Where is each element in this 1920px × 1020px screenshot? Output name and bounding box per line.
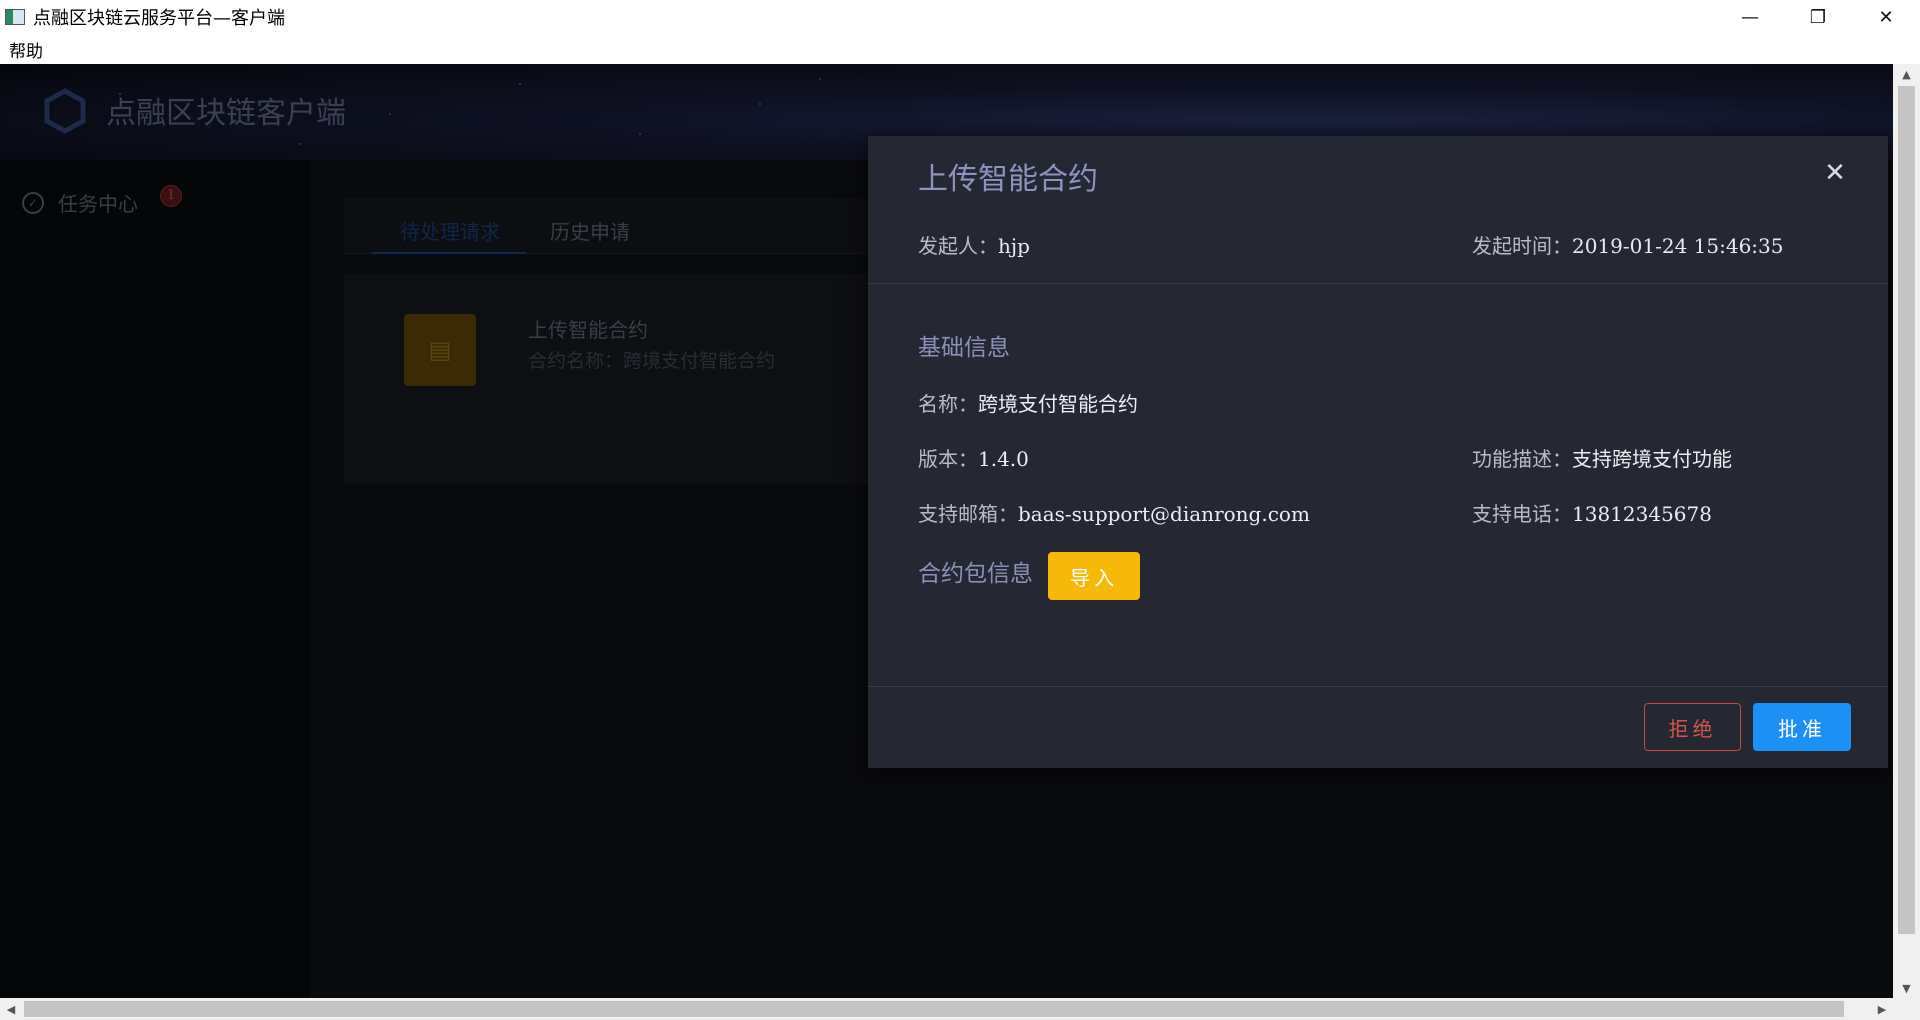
active-tab-indicator <box>372 252 526 254</box>
support-email-field: 支持邮箱：baas-support@dianrong.com <box>918 498 1310 527</box>
sidebar-item-label: 任务中心 <box>58 192 138 216</box>
initiator-label: 发起人： <box>918 234 998 258</box>
check-circle-icon: ✓ <box>22 191 44 214</box>
version-label: 版本： <box>918 447 978 471</box>
version-value: 1.4.0 <box>978 447 1029 471</box>
close-icon[interactable]: ✕ <box>1816 154 1854 192</box>
email-value: baas-support@dianrong.com <box>1018 502 1310 526</box>
contract-name-field: 名称：跨境支付智能合约 <box>918 388 1138 417</box>
scroll-down-arrow-icon[interactable]: ▼ <box>1893 978 1920 998</box>
basic-info-title: 基础信息 <box>918 335 1010 361</box>
name-label: 名称： <box>918 392 978 416</box>
sidebar: ✓ 任务中心 1 <box>0 160 310 998</box>
modal-title: 上传智能合约 <box>918 162 1098 197</box>
name-value: 跨境支付智能合约 <box>978 392 1138 416</box>
scroll-left-arrow-icon[interactable]: ◀ <box>0 998 22 1020</box>
app-window-icon <box>5 9 25 25</box>
scroll-right-arrow-icon[interactable]: ▶ <box>1871 998 1893 1020</box>
initiated-time-row: 发起时间：2019-01-24 15:46:35 <box>1472 230 1784 259</box>
description-field: 功能描述：支持跨境支付功能 <box>1472 443 1732 472</box>
phone-label: 支持电话： <box>1472 502 1572 526</box>
tab-history[interactable]: 历史申请 <box>550 216 630 245</box>
minimize-button[interactable]: — <box>1716 0 1784 34</box>
support-phone-field: 支持电话：13812345678 <box>1472 498 1712 527</box>
phone-value: 13812345678 <box>1572 502 1712 526</box>
restore-button[interactable]: ❐ <box>1784 0 1852 34</box>
document-icon: ▤ <box>404 314 476 386</box>
email-label: 支持邮箱： <box>918 502 1018 526</box>
menubar: 帮助 <box>0 34 1920 64</box>
window-titlebar: 点融区块链云服务平台—客户端 — ❐ ✕ <box>0 0 1920 34</box>
reject-button[interactable]: 拒绝 <box>1644 703 1741 751</box>
window-controls: — ❐ ✕ <box>1716 0 1920 34</box>
window-title: 点融区块链云服务平台—客户端 <box>33 8 285 29</box>
time-value: 2019-01-24 15:46:35 <box>1572 234 1784 258</box>
app-name: 点融区块链客户端 <box>106 96 346 131</box>
version-field: 版本：1.4.0 <box>918 443 1029 472</box>
task-card-title: 上传智能合约 <box>528 318 648 342</box>
desc-label: 功能描述： <box>1472 447 1572 471</box>
scrollbar-corner <box>1893 998 1920 1020</box>
menu-help[interactable]: 帮助 <box>9 37 43 62</box>
notification-badge: 1 <box>160 184 182 207</box>
desc-value: 支持跨境支付功能 <box>1572 447 1732 471</box>
initiator-value: hjp <box>998 234 1030 258</box>
horizontal-scrollbar[interactable]: ◀ ▶ <box>0 998 1893 1020</box>
tab-pending-requests[interactable]: 待处理请求 <box>400 216 500 245</box>
initiator-row: 发起人：hjp <box>918 230 1030 259</box>
task-card-subtitle: 合约名称：跨境支付智能合约 <box>528 350 776 372</box>
close-window-button[interactable]: ✕ <box>1852 0 1920 34</box>
sidebar-item-task-center[interactable]: ✓ 任务中心 1 <box>22 184 182 217</box>
import-button[interactable]: 导入 <box>1048 552 1140 600</box>
package-info-title: 合约包信息 <box>918 561 1033 587</box>
vertical-scrollbar[interactable]: ▲ ▼ <box>1893 64 1920 998</box>
app-viewport: 点融区块链客户端 ✓ 任务中心 1 待处理请求 历史申请 ▤ 上传智能合约 合约… <box>0 64 1893 998</box>
scroll-up-arrow-icon[interactable]: ▲ <box>1893 64 1920 84</box>
vertical-scroll-thumb[interactable] <box>1898 86 1915 934</box>
upload-contract-modal: 上传智能合约 ✕ 发起人：hjp 发起时间：2019-01-24 15:46:3… <box>868 136 1888 768</box>
footer-divider <box>868 686 1888 687</box>
app-logo-icon <box>44 88 86 134</box>
time-label: 发起时间： <box>1472 234 1572 258</box>
header-divider <box>868 283 1888 284</box>
horizontal-scroll-thumb[interactable] <box>24 1001 1844 1017</box>
approve-button[interactable]: 批准 <box>1753 703 1851 751</box>
